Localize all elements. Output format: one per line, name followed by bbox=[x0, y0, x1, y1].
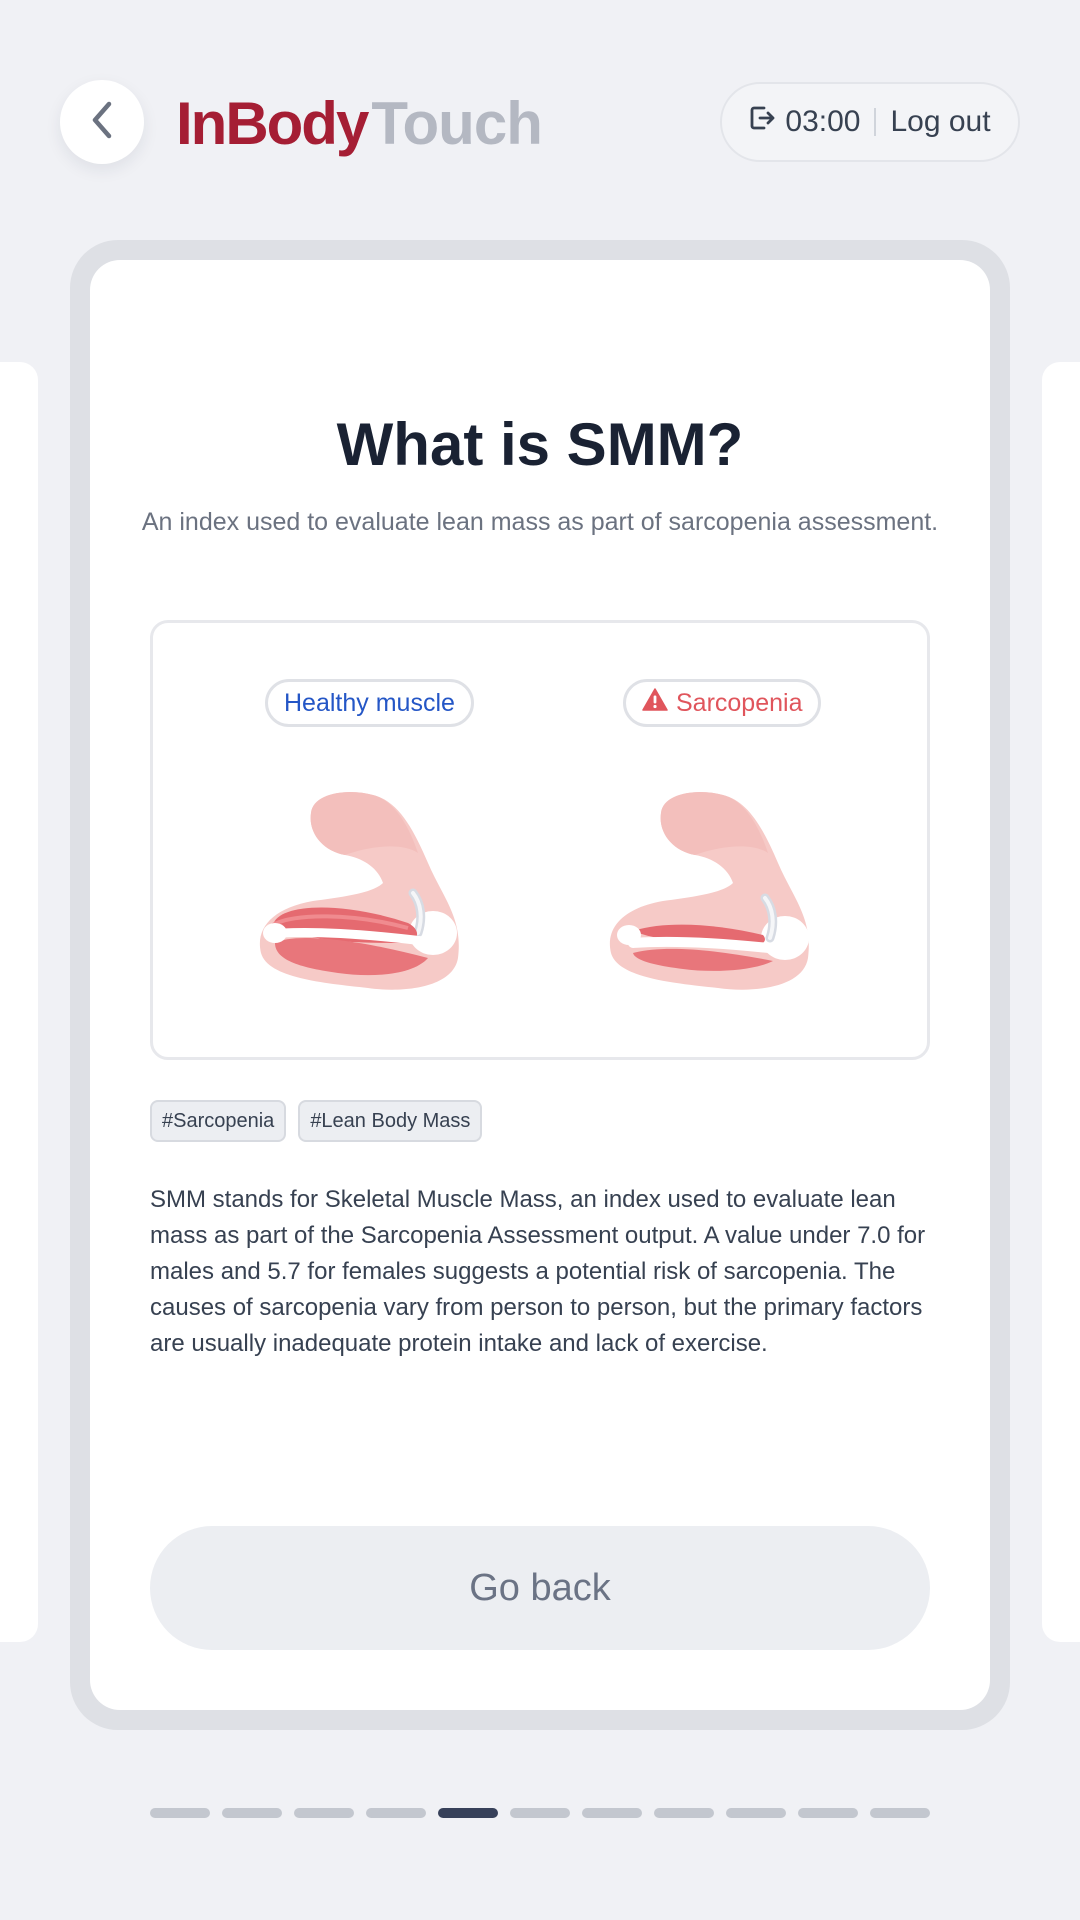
info-card-frame: What is SMM? An index used to evaluate l… bbox=[70, 240, 1010, 1730]
page-dot[interactable] bbox=[654, 1808, 714, 1818]
go-back-label: Go back bbox=[469, 1566, 611, 1609]
previous-card-peek[interactable] bbox=[0, 362, 38, 1642]
page-dot[interactable] bbox=[870, 1808, 930, 1818]
card-subtitle: An index used to evaluate lean mass as p… bbox=[141, 508, 939, 536]
session-timer: 03:00 bbox=[749, 104, 860, 140]
page-dot[interactable] bbox=[294, 1808, 354, 1818]
next-card-peek[interactable] bbox=[1042, 362, 1080, 1642]
page-dot[interactable] bbox=[150, 1808, 210, 1818]
page-dot[interactable] bbox=[510, 1808, 570, 1818]
app-logo: InBody Touch bbox=[176, 88, 543, 158]
tag-chip: #Sarcopenia bbox=[150, 1100, 287, 1142]
page-dot[interactable] bbox=[222, 1808, 282, 1818]
logo-product: Touch bbox=[371, 89, 543, 157]
pagination-indicator bbox=[150, 1808, 930, 1818]
tag-list: #Sarcopenia #Lean Body Mass bbox=[150, 1100, 483, 1142]
logout-button[interactable]: Log out bbox=[890, 105, 990, 139]
page-dot[interactable] bbox=[366, 1808, 426, 1818]
logo-brand: InBody bbox=[176, 89, 369, 157]
page-dot[interactable] bbox=[582, 1808, 642, 1818]
chevron-left-icon bbox=[85, 98, 119, 147]
go-back-button[interactable]: Go back bbox=[150, 1526, 930, 1650]
sarcopenia-label: Sarcopenia bbox=[676, 688, 803, 717]
sarcopenia-arm-image bbox=[603, 783, 843, 1008]
card-title: What is SMM? bbox=[336, 411, 744, 478]
info-card: What is SMM? An index used to evaluate l… bbox=[90, 260, 990, 1710]
healthy-muscle-badge: Healthy muscle bbox=[265, 679, 474, 727]
session-bar: 03:00 Log out bbox=[720, 82, 1020, 162]
muscle-comparison-illustration: Healthy muscle Sarcopenia bbox=[150, 620, 930, 1060]
healthy-muscle-label: Healthy muscle bbox=[284, 688, 455, 717]
page-dot[interactable] bbox=[798, 1808, 858, 1818]
page-dot[interactable] bbox=[726, 1808, 786, 1818]
sarcopenia-badge: Sarcopenia bbox=[623, 679, 822, 727]
logout-icon bbox=[749, 104, 775, 140]
timer-value: 03:00 bbox=[785, 105, 861, 138]
healthy-arm-image bbox=[253, 783, 493, 1008]
tag-chip: #Lean Body Mass bbox=[298, 1100, 483, 1142]
divider bbox=[874, 108, 877, 136]
warning-triangle-icon bbox=[642, 687, 668, 719]
page-dot-active[interactable] bbox=[438, 1808, 498, 1818]
back-button[interactable] bbox=[60, 80, 144, 164]
card-description: SMM stands for Skeletal Muscle Mass, an … bbox=[150, 1186, 926, 1357]
